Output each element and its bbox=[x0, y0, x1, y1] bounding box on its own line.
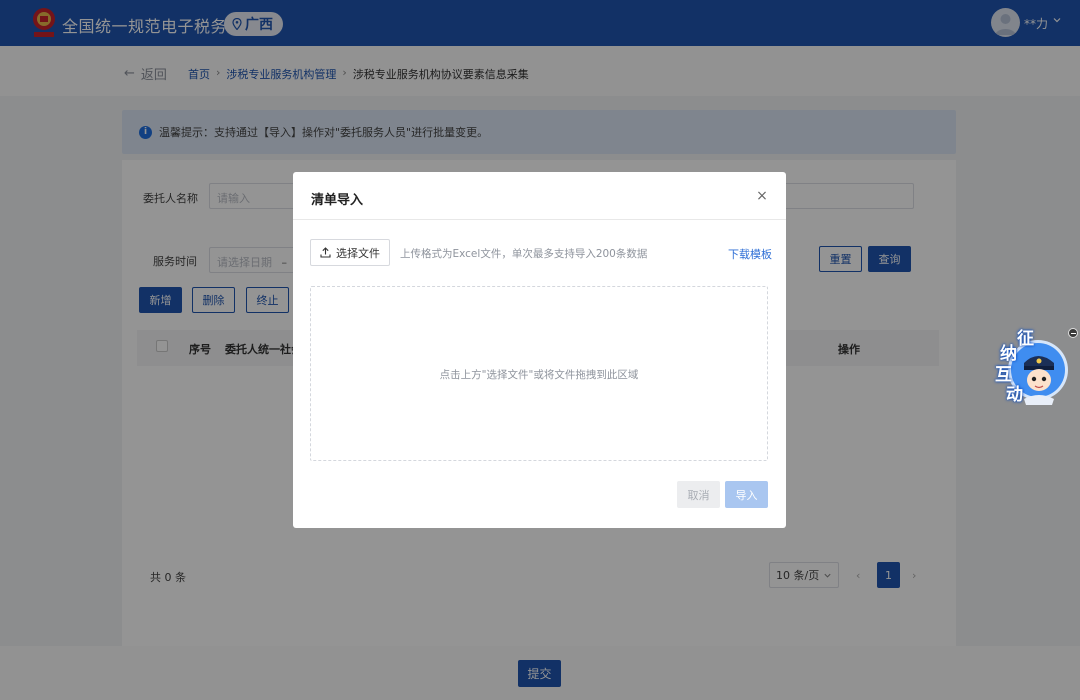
modal-title: 清单导入 bbox=[311, 193, 364, 208]
assistant-widget[interactable]: 征 纳 互 动 bbox=[994, 325, 1068, 407]
assistant-char-dong: 动 bbox=[1006, 385, 1023, 405]
drop-hint: 点击上方"选择文件"或将文件拖拽到此区域 bbox=[439, 369, 639, 381]
cancel-button[interactable]: 取消 bbox=[677, 481, 720, 508]
file-drop-zone[interactable]: 点击上方"选择文件"或将文件拖拽到此区域 bbox=[310, 286, 768, 461]
import-modal: 清单导入 × 选择文件 上传格式为Excel文件，单次最多支持导入200条数据 … bbox=[293, 172, 786, 528]
assistant-collapse-icon[interactable] bbox=[1068, 328, 1078, 338]
modal-divider bbox=[293, 219, 786, 220]
choose-file-button[interactable]: 选择文件 bbox=[310, 239, 390, 266]
upload-hint: 上传格式为Excel文件，单次最多支持导入200条数据 bbox=[400, 248, 648, 260]
choose-file-label: 选择文件 bbox=[336, 246, 380, 260]
import-button[interactable]: 导入 bbox=[725, 481, 768, 508]
upload-icon bbox=[320, 247, 331, 258]
close-icon[interactable]: × bbox=[755, 188, 769, 204]
assistant-char-zheng: 征 bbox=[1017, 329, 1034, 349]
download-template-link[interactable]: 下载模板 bbox=[728, 246, 772, 262]
